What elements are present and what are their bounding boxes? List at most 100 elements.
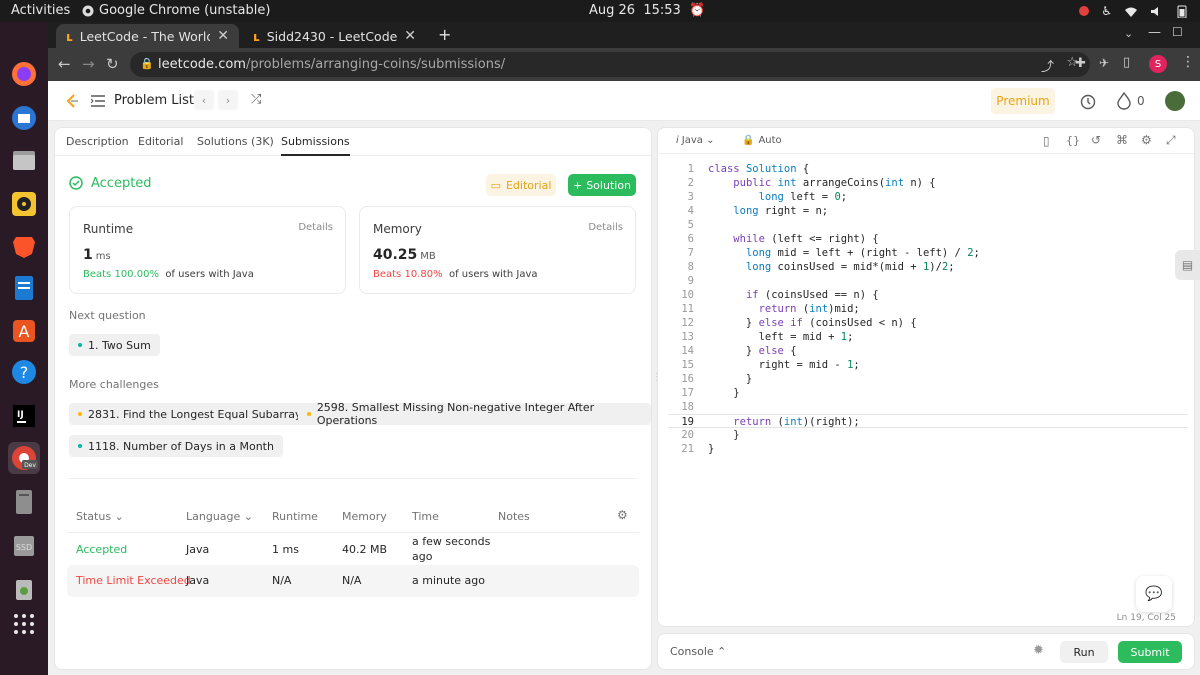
bookmark-icon[interactable]: ▯ bbox=[1043, 134, 1050, 148]
rhythmbox-icon[interactable] bbox=[8, 188, 40, 220]
challenge-chip[interactable]: 2831. Find the Longest Equal Subarray bbox=[69, 403, 311, 425]
system-tray[interactable]: ♿ bbox=[1079, 4, 1188, 18]
shuffle-icon[interactable]: ⤮ bbox=[251, 92, 261, 107]
table-settings-gear-icon[interactable]: ⚙ bbox=[617, 508, 628, 522]
clock[interactable]: Aug 26 15:53 ⏰ bbox=[589, 3, 705, 18]
browser-tab-strip: ʟ LeetCode - The World's L ✕ ʟ Sidd2430 … bbox=[48, 22, 1200, 48]
side-panel-icon[interactable]: ▯ bbox=[1123, 55, 1130, 70]
challenge-chip[interactable]: 2598. Smallest Missing Non-negative Inte… bbox=[298, 401, 651, 427]
browser-tab-active[interactable]: ʟ LeetCode - The World's L ✕ bbox=[56, 24, 239, 48]
close-tab-icon[interactable]: ✕ bbox=[404, 28, 416, 44]
tab-editorial[interactable]: Editorial bbox=[138, 135, 183, 148]
brave-icon[interactable] bbox=[8, 230, 40, 262]
volume-icon bbox=[1151, 6, 1158, 16]
code-line: 6 while (left <= right) { bbox=[687, 233, 879, 245]
console-toggle[interactable]: Console ⌃ bbox=[670, 645, 726, 658]
code-line: 18 bbox=[681, 401, 694, 413]
lock-icon: 🔒 bbox=[140, 57, 154, 70]
thunderbird-icon[interactable] bbox=[8, 102, 40, 134]
minimize-icon[interactable]: — bbox=[1148, 25, 1161, 40]
table-row[interactable]: Accepted Java 1 ms 40.2 MB a few seconds… bbox=[67, 534, 639, 566]
url-bar[interactable]: 🔒 leetcode.com/problems/arranging-coins/… bbox=[130, 52, 1090, 77]
editorial-button[interactable]: ▭ Editorial bbox=[486, 174, 556, 196]
intellij-icon[interactable]: IJ bbox=[8, 400, 40, 432]
debug-icon[interactable]: ✹ bbox=[1033, 643, 1044, 658]
submission-time: a minute ago bbox=[412, 574, 485, 587]
fullscreen-icon[interactable]: ⤢ bbox=[1166, 133, 1176, 148]
shortcuts-icon[interactable]: ⌘ bbox=[1116, 133, 1128, 147]
code-line: 10 if (coinsUsed == n) { bbox=[681, 289, 879, 301]
new-tab-icon[interactable]: + bbox=[438, 25, 451, 44]
solution-button[interactable]: + Solution bbox=[568, 174, 636, 196]
run-button[interactable]: Run bbox=[1060, 641, 1108, 663]
extension-icon[interactable]: ✈ bbox=[1099, 56, 1109, 70]
tab-solutions[interactable]: Solutions (3K) bbox=[197, 135, 274, 148]
code-line: 17 } bbox=[681, 387, 740, 399]
col-header-time: Time bbox=[412, 510, 439, 523]
libreoffice-writer-icon[interactable] bbox=[8, 272, 40, 304]
next-question-chip[interactable]: 1. Two Sum bbox=[69, 334, 160, 356]
submission-time: a few seconds bbox=[412, 535, 491, 548]
extensions-icon[interactable]: ✚ bbox=[1075, 56, 1086, 71]
problem-list-icon[interactable] bbox=[91, 95, 105, 107]
settings-gear-icon[interactable]: ⚙ bbox=[1141, 133, 1152, 147]
close-tab-icon[interactable]: ✕ bbox=[217, 28, 229, 44]
submit-button[interactable]: Submit bbox=[1118, 641, 1182, 663]
col-header-memory: Memory bbox=[342, 510, 387, 523]
col-header-status[interactable]: Status ⌄ bbox=[76, 510, 124, 523]
tab-search-icon[interactable]: ⌄ bbox=[1124, 27, 1133, 40]
alarm-clock-icon[interactable] bbox=[1079, 92, 1097, 110]
chrome-menu-icon[interactable]: ⋮ bbox=[1181, 54, 1195, 70]
disks-icon[interactable] bbox=[8, 486, 40, 518]
leetcode-favicon: ʟ bbox=[66, 28, 73, 44]
browser-tab[interactable]: ʟ Sidd2430 - LeetCode Pro ✕ bbox=[243, 24, 426, 48]
col-header-language[interactable]: Language ⌄ bbox=[186, 510, 253, 523]
auto-mode[interactable]: 🔒 Auto bbox=[742, 135, 782, 146]
battery-icon bbox=[1177, 5, 1187, 18]
app-menu[interactable]: Google Chrome (unstable) bbox=[82, 3, 270, 18]
table-row[interactable]: Time Limit Exceeded Java N/A N/A a minut… bbox=[67, 565, 639, 597]
premium-button[interactable]: Premium bbox=[991, 88, 1055, 114]
challenge-chip[interactable]: 1118. Number of Days in a Month bbox=[69, 435, 283, 457]
help-icon[interactable]: ? bbox=[8, 356, 40, 388]
format-braces-icon[interactable]: {} bbox=[1066, 134, 1080, 147]
files-icon[interactable] bbox=[8, 144, 40, 176]
notes-side-icon[interactable]: ▤ bbox=[1175, 250, 1200, 280]
problem-list-link[interactable]: Problem List bbox=[114, 93, 194, 108]
prev-problem-icon[interactable]: ‹ bbox=[194, 90, 214, 110]
col-header-notes: Notes bbox=[498, 510, 530, 523]
next-problem-icon[interactable]: › bbox=[218, 90, 238, 110]
problem-tabs: Description Editorial Solutions (3K) Sub… bbox=[55, 128, 653, 156]
chrome-dev-icon[interactable]: Dev bbox=[8, 442, 40, 474]
recording-icon bbox=[1079, 6, 1090, 16]
forward-icon[interactable]: → bbox=[82, 55, 95, 73]
chevron-down-icon: ⌄ bbox=[243, 510, 254, 523]
ssd-drive-icon[interactable]: SSD bbox=[8, 530, 40, 562]
runtime-details-link[interactable]: Details bbox=[298, 222, 333, 233]
streak-count: 0 bbox=[1137, 94, 1145, 108]
user-avatar[interactable] bbox=[1165, 91, 1185, 111]
firefox-icon[interactable] bbox=[8, 58, 40, 90]
activities-button[interactable]: Activities bbox=[11, 3, 70, 18]
memory-details-link[interactable]: Details bbox=[588, 222, 623, 233]
show-apps-icon[interactable] bbox=[8, 608, 40, 640]
share-icon[interactable]: ⤴ bbox=[1041, 56, 1054, 75]
tab-submissions[interactable]: Submissions bbox=[281, 135, 350, 156]
app-center-icon[interactable]: A bbox=[8, 314, 40, 346]
maximize-icon[interactable]: ☐ bbox=[1172, 25, 1183, 39]
chat-assistant-icon[interactable]: 💬 bbox=[1136, 576, 1172, 612]
tab-description[interactable]: Description bbox=[66, 135, 129, 148]
streak-fire-icon[interactable] bbox=[1116, 92, 1132, 110]
leetcode-logo-icon[interactable] bbox=[64, 93, 80, 109]
reset-icon[interactable]: ↺ bbox=[1091, 133, 1101, 147]
trash-icon[interactable] bbox=[8, 572, 40, 604]
chrome-small-icon bbox=[82, 5, 94, 16]
code-line: 9 bbox=[687, 275, 694, 287]
code-area[interactable]: 1 class Solution { 2 public int arrangeCo… bbox=[668, 162, 1188, 456]
language-selector[interactable]: i Java ⌄ bbox=[676, 135, 714, 146]
reload-icon[interactable]: ↻ bbox=[106, 55, 119, 73]
back-icon[interactable]: ← bbox=[58, 55, 71, 73]
more-challenges-heading: More challenges bbox=[69, 378, 159, 391]
code-line: 2 public int arrangeCoins(int n) { bbox=[687, 177, 936, 189]
profile-avatar[interactable]: S bbox=[1149, 55, 1167, 73]
